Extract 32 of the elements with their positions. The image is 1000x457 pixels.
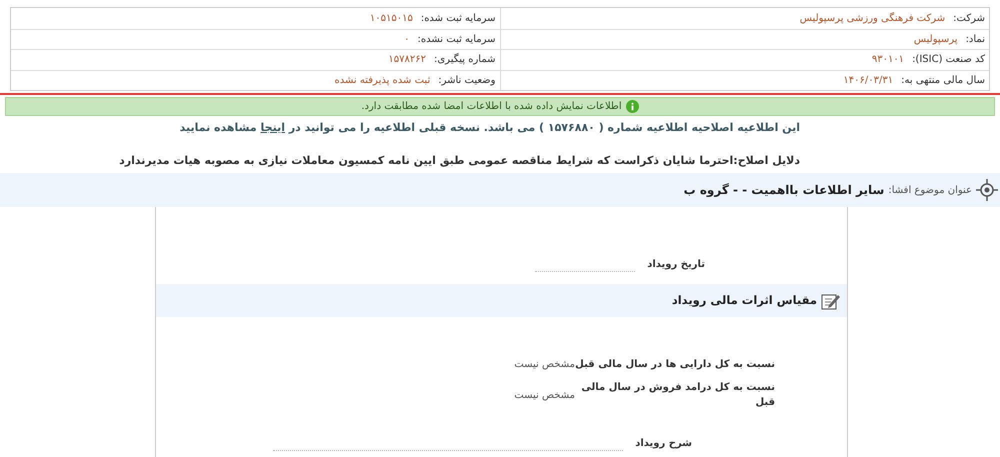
ratio-value: مشخص نیست: [514, 358, 575, 372]
edit-icon: [821, 292, 841, 310]
verified-banner: اطلاعات نمایش داده شده با اطلاعات امضا شده مطابقت دارد.: [5, 97, 995, 116]
correction-reasons: دلایل اصلاح:احترما شایان ذکراست که شرایط مناقصه عمومی طبق ایین نامه کمسیون معاملات نیازی به مصوبه هیات مدیرندارد: [118, 152, 801, 169]
field-value: پرسپولیس: [914, 32, 958, 47]
field-value: ثبت شده پذیرفته نشده: [334, 74, 430, 88]
target-icon: [976, 179, 998, 201]
field-label: سال مالی منتهی به:: [901, 74, 985, 88]
field-value: ۱۵۷۸۲۶۲: [388, 53, 426, 68]
event-date-label: تاریخ رویداد: [647, 258, 705, 272]
topic-value: سایر اطلاعات بااهمیت - - گروه ب: [684, 182, 884, 199]
event-description-label: شرح رویداد: [635, 437, 692, 451]
field-label: شرکت:: [953, 12, 985, 26]
field-label: وضعیت ناشر:: [438, 74, 496, 88]
field-value: شرکت فرهنگی ورزشی پرسپولیس: [800, 11, 946, 26]
ratio-label: نسبت به کل درامد فروش در سال مالی قبل: [580, 381, 775, 410]
field-label: نماد:: [966, 32, 985, 47]
correction-notice: این اطلاعیه اصلاحیه اطلاعیه شماره ( ۱۵۷۶۸۸۰ ) می باشد. نسخه قبلی اطلاعیه را می توانید در اینجا مشاهده نمایید: [178, 120, 800, 136]
ratio-label: نسبت به کل دارایی ها در سال مالی قبل: [575, 358, 775, 372]
topic-label: عنوان موضوع افشا:: [888, 184, 972, 198]
info-icon: [626, 100, 639, 113]
field-label: سرمایه ثبت شده:: [420, 12, 496, 26]
field-label: سرمایه ثبت نشده:: [418, 32, 496, 47]
field-label: کد صنعت (ISIC):: [912, 53, 985, 68]
field-label: شماره پیگیری:: [434, 52, 496, 68]
previous-version-link[interactable]: اینجا: [260, 121, 285, 134]
field-value: ۱۰۵۱۵۰۱۵: [370, 12, 413, 26]
field-value: ۹۳۰۱۰۱: [872, 53, 904, 68]
ratio-value: مشخص نیست: [514, 388, 575, 402]
section-title: مقیاس اثرات مالی رویداد: [672, 292, 817, 309]
field-value: ۰: [404, 32, 410, 47]
field-value: ۱۴۰۶/۰۳/۳۱: [843, 74, 894, 88]
